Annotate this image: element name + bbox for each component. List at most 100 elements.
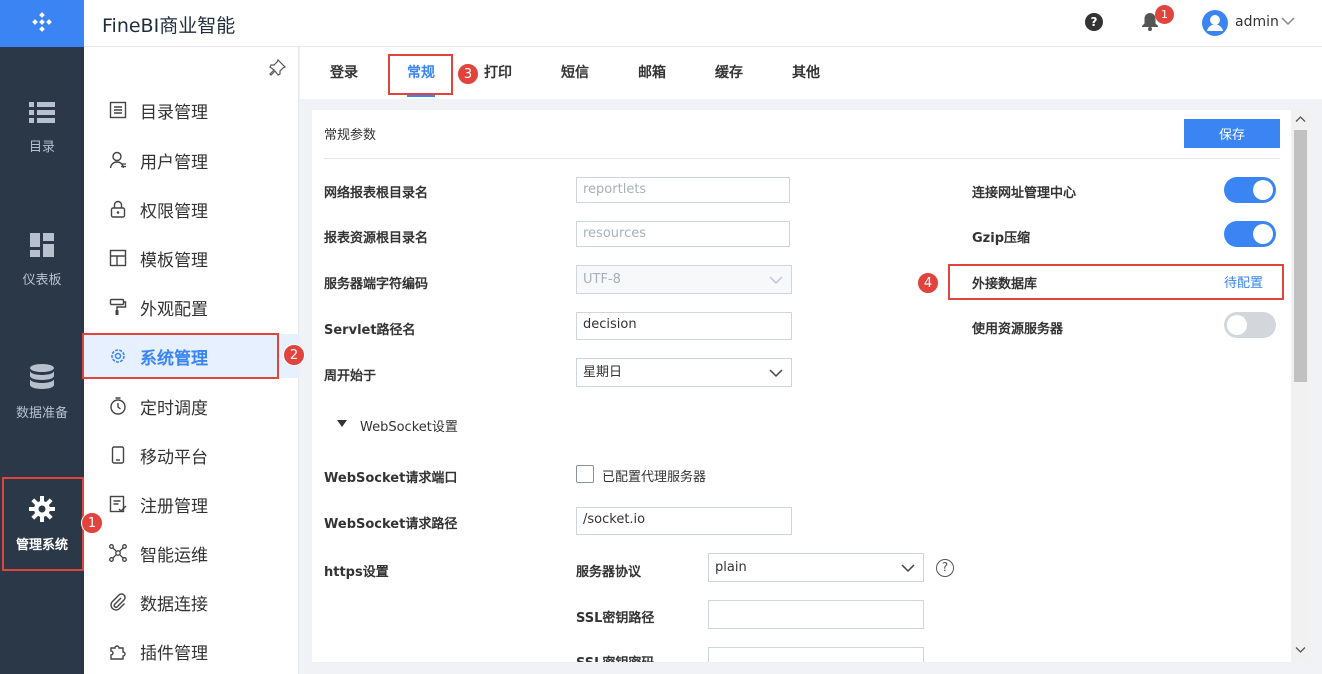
help-circle-icon[interactable]: ? [936,559,954,577]
sidebar-item-permissions[interactable]: 权限管理 [84,187,299,231]
url-center-toggle[interactable] [1224,177,1276,203]
sidebar-item-plugins[interactable]: 插件管理 [84,629,299,673]
report-root-input[interactable]: reportlets [576,177,790,203]
sidebar-item-label: 用户管理 [140,152,208,173]
ssl-key-path-input[interactable] [708,600,924,629]
chevron-down-icon [769,276,783,285]
resource-root-input[interactable]: resources [576,221,790,247]
sidebar-item-label: 目录管理 [140,102,208,123]
tab-print[interactable]: 打印 [484,47,512,99]
week-start-value: 星期日 [583,365,623,380]
sidebar-item-label: 插件管理 [140,643,208,664]
left-rail: 目录 仪表板 数据准备 管理系统 [0,0,84,674]
scroll-up-icon[interactable] [1295,114,1306,125]
rail-item-catalog[interactable]: 目录 [0,82,84,174]
report-root-label: 网络报表根目录名 [324,186,429,201]
sidebar-item-mobile[interactable]: 移动平台 [84,433,299,477]
username[interactable]: admin [1235,14,1279,30]
sidebar-item-data-connection[interactable]: 数据连接 [84,580,299,624]
sidebar-item-registration[interactable]: 注册管理 [84,482,299,526]
websocket-path-label: WebSocket请求路径 [324,517,458,532]
sidebar-item-label: 注册管理 [140,496,208,517]
sidebar-item-ops[interactable]: 智能运维 [84,531,299,575]
resource-server-label: 使用资源服务器 [972,322,1064,337]
ssl-key-password-input[interactable] [708,647,924,662]
rail-item-label: 数据准备 [15,405,68,421]
annotation-box-external-db [948,264,1284,300]
collapse-triangle-icon[interactable] [337,420,347,427]
resource-root-label: 报表资源根目录名 [324,231,429,246]
help-icon[interactable]: ? [1085,13,1103,31]
sidebar-item-schedule[interactable]: 定时调度 [84,384,299,428]
annotation-step-1: 1 [81,512,103,534]
resource-server-toggle[interactable] [1224,312,1276,338]
sidebar-item-label: 移动平台 [140,447,208,468]
url-center-label: 连接网址管理中心 [972,186,1077,201]
scrollbar[interactable] [1291,110,1310,662]
annotation-box-admin-system [2,477,84,571]
ssl-key-path-label: SSL密钥路径 [576,611,655,626]
general-settings-panel: 常规参数 保存 网络报表根目录名 reportlets 报表资源根目录名 res… [312,110,1291,662]
sidebar-item-templates[interactable]: 模板管理 [84,236,299,280]
save-button[interactable]: 保存 [1184,119,1280,148]
servlet-path-input[interactable]: decision [576,312,792,340]
finebi-logo-icon [32,11,52,32]
paint-roller-icon [108,297,128,317]
tab-cache[interactable]: 缓存 [715,47,743,99]
annotation-step-3: 3 [457,63,479,85]
week-start-select[interactable]: 星期日 [576,358,792,387]
sidebar-item-label: 数据连接 [140,594,208,615]
server-encoding-label: 服务器端字符编码 [324,277,429,292]
logo[interactable] [0,0,84,47]
annotation-step-4: 4 [917,272,939,294]
protocol-select[interactable]: plain [708,553,924,582]
websocket-path-input[interactable]: /socket.io [576,507,792,535]
panel-title: 常规参数 [324,128,377,143]
https-label: https设置 [324,565,389,580]
annotation-step-2: 2 [283,344,305,366]
pin-icon[interactable] [268,59,286,77]
tab-login[interactable]: 登录 [330,47,358,99]
user-manage-icon [108,150,128,170]
catalog-icon [108,100,128,120]
notification-badge: 1 [1155,5,1174,24]
lock-icon [108,199,128,219]
websocket-section-title[interactable]: WebSocket设置 [360,416,458,435]
tab-email[interactable]: 邮箱 [638,47,666,99]
annotation-box-general-tab [388,54,453,95]
network-icon [108,543,128,563]
sidebar-item-label: 外观配置 [140,299,208,320]
database-icon [30,363,54,389]
servlet-path-label: Servlet路径名 [324,323,416,338]
rail-item-label: 仪表板 [22,272,62,288]
avatar[interactable] [1202,10,1228,36]
sidebar-item-catalog[interactable]: 目录管理 [84,88,299,132]
tab-sms[interactable]: 短信 [561,47,589,99]
settings-tabs: 登录 常规 打印 短信 邮箱 缓存 其他 [300,47,1322,99]
rail-item-label: 目录 [28,139,55,155]
rail-item-data-prep[interactable]: 数据准备 [0,346,84,438]
ssl-key-password-label: SSL密钥密码 [576,652,654,662]
sidebar-item-appearance[interactable]: 外观配置 [84,285,299,329]
annotation-box-system [82,333,279,379]
scroll-down-icon[interactable] [1295,644,1306,655]
dashboard-icon [30,232,54,257]
sidebar-item-users[interactable]: 用户管理 [84,138,299,182]
app-title: FineBI商业智能 [102,15,236,37]
scroll-thumb[interactable] [1294,130,1307,382]
tab-other[interactable]: 其他 [792,47,820,99]
paperclip-icon [108,592,128,612]
sidebar-item-label: 智能运维 [140,545,208,566]
register-icon [108,494,128,514]
sidebar-item-label: 定时调度 [140,398,208,419]
protocol-value: plain [715,560,747,575]
chevron-down-icon [769,369,783,378]
gzip-toggle[interactable] [1224,221,1276,247]
top-header: FineBI商业智能 ? 1 admin [84,0,1322,47]
sidebar-item-label: 权限管理 [140,201,208,222]
chevron-down-icon[interactable] [1281,14,1295,28]
puzzle-icon [108,641,128,661]
proxy-checkbox[interactable] [576,465,594,483]
user-icon [1207,15,1223,31]
rail-item-dashboard[interactable]: 仪表板 [0,214,84,306]
